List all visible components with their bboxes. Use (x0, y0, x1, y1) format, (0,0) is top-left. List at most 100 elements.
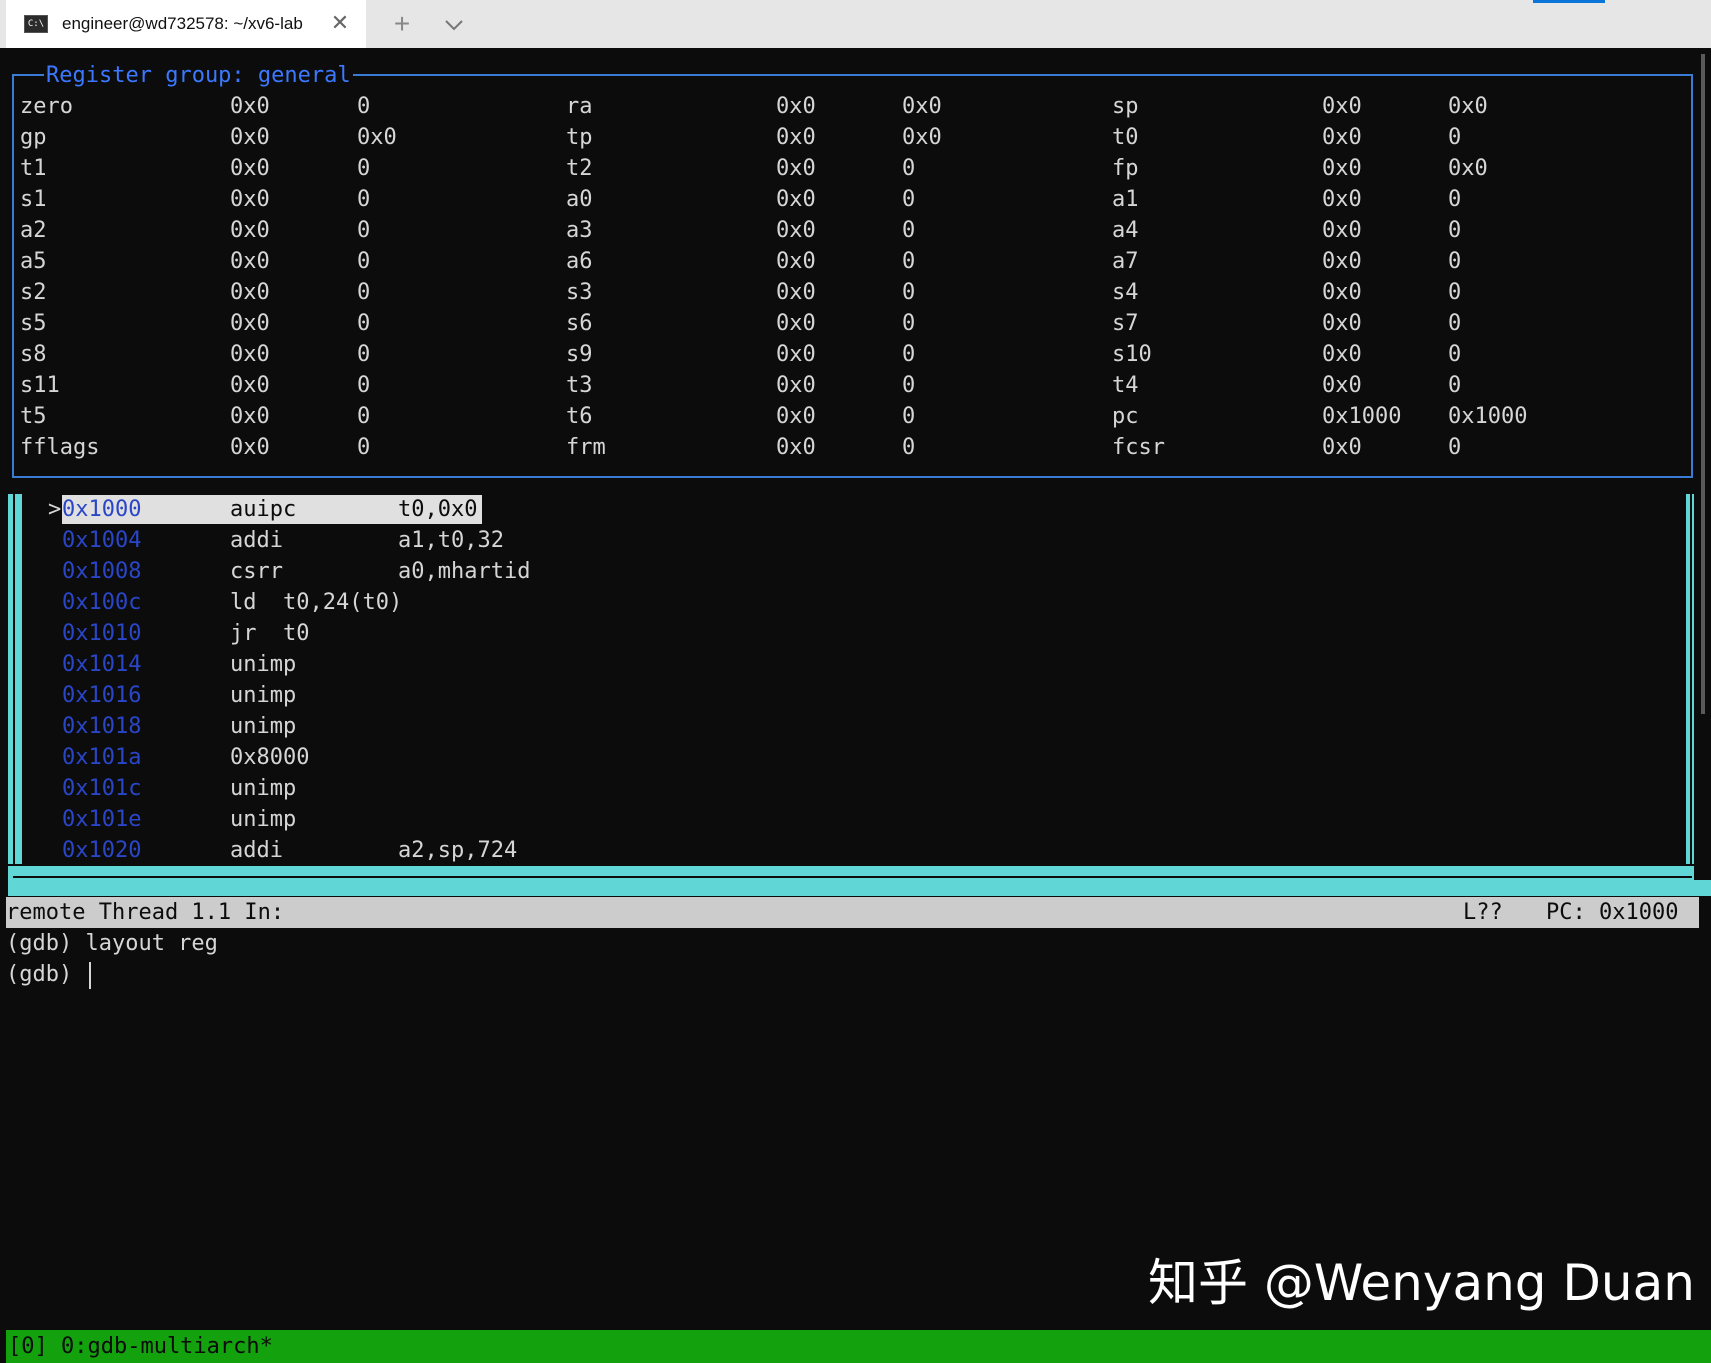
register-name: s10 (1112, 342, 1152, 367)
register-name: t2 (566, 156, 593, 181)
register-natural-value: 0 (357, 218, 371, 243)
watermark: 知乎 @Wenyang Duan (1148, 1254, 1695, 1312)
register-hex-value: 0x0 (776, 435, 816, 460)
register-natural-value: 0 (902, 187, 916, 212)
status-line-number: L?? (1463, 900, 1503, 925)
register-hex-value: 0x0 (230, 218, 270, 243)
register-hex-value: 0x0 (1322, 218, 1362, 243)
register-name: frm (566, 435, 606, 460)
register-name: a3 (566, 218, 593, 243)
register-natural-value: 0 (1448, 218, 1462, 243)
status-thread: remote Thread 1.1 In: (6, 900, 285, 925)
new-tab-button[interactable]: + (388, 8, 416, 40)
register-hex-value: 0x1000 (1322, 404, 1402, 429)
scrollbar[interactable] (1701, 54, 1705, 714)
register-hex-value: 0x0 (230, 94, 270, 119)
register-natural-value: 0x0 (902, 125, 942, 150)
register-natural-value: 0 (357, 311, 371, 336)
terminal-tab[interactable]: C:\ engineer@wd732578: ~/xv6-lab ✕ (6, 0, 366, 48)
register-hex-value: 0x0 (776, 249, 816, 274)
register-hex-value: 0x0 (776, 280, 816, 305)
instruction-address: 0x1010 (62, 621, 142, 646)
register-hex-value: 0x0 (1322, 311, 1362, 336)
register-name: s2 (20, 280, 47, 305)
instruction-operands: a1,t0,32 (398, 528, 504, 553)
register-natural-value: 0 (1448, 435, 1462, 460)
register-hex-value: 0x0 (776, 404, 816, 429)
register-name: s5 (20, 311, 47, 336)
register-natural-value: 0 (902, 156, 916, 181)
register-name: fcsr (1112, 435, 1165, 460)
register-hex-value: 0x0 (1322, 342, 1362, 367)
close-tab-button[interactable]: ✕ (328, 10, 352, 36)
register-name: t0 (1112, 125, 1139, 150)
register-hex-value: 0x0 (230, 187, 270, 212)
register-hex-value: 0x0 (230, 156, 270, 181)
register-name: a4 (1112, 218, 1139, 243)
tab-dropdown-button[interactable] (440, 12, 468, 38)
register-hex-value: 0x0 (776, 125, 816, 150)
register-name: ra (566, 94, 593, 119)
register-name: s6 (566, 311, 593, 336)
instruction-address: 0x1014 (62, 652, 142, 677)
register-natural-value: 0 (357, 342, 371, 367)
register-name: fflags (20, 435, 100, 460)
register-hex-value: 0x0 (230, 342, 270, 367)
instruction-mnemonic: jr t0 (230, 621, 310, 646)
register-name: s8 (20, 342, 47, 367)
register-name: a1 (1112, 187, 1139, 212)
register-hex-value: 0x0 (1322, 373, 1362, 398)
register-hex-value: 0x0 (1322, 187, 1362, 212)
register-natural-value: 0 (1448, 125, 1462, 150)
register-hex-value: 0x0 (776, 311, 816, 336)
register-name: a2 (20, 218, 47, 243)
register-name: gp (20, 125, 47, 150)
register-natural-value: 0 (357, 156, 371, 181)
register-natural-value: 0 (357, 249, 371, 274)
register-natural-value: 0 (902, 249, 916, 274)
register-hex-value: 0x0 (230, 435, 270, 460)
instruction-mnemonic: addi (230, 528, 283, 553)
register-natural-value: 0 (902, 342, 916, 367)
instruction-address: 0x101e (62, 807, 142, 832)
register-name: zero (20, 94, 73, 119)
instruction-address: 0x101a (62, 745, 142, 770)
register-name: a6 (566, 249, 593, 274)
instruction-address: 0x1018 (62, 714, 142, 739)
tab-title: engineer@wd732578: ~/xv6-lab (62, 14, 303, 33)
register-hex-value: 0x0 (230, 125, 270, 150)
register-natural-value: 0 (357, 404, 371, 429)
register-natural-value: 0 (902, 280, 916, 305)
register-natural-value: 0 (1448, 280, 1462, 305)
register-hex-value: 0x0 (230, 404, 270, 429)
register-natural-value: 0 (1448, 373, 1462, 398)
register-name: fp (1112, 156, 1139, 181)
chevron-down-icon (445, 20, 463, 31)
register-name: pc (1112, 404, 1139, 429)
register-natural-value: 0 (357, 94, 371, 119)
register-name: s7 (1112, 311, 1139, 336)
register-hex-value: 0x0 (776, 187, 816, 212)
instruction-mnemonic: auipc (230, 497, 297, 522)
instruction-mnemonic: 0x8000 (230, 745, 310, 770)
register-name: tp (566, 125, 593, 150)
gdb-prompt[interactable]: (gdb) (6, 959, 85, 990)
register-name: s4 (1112, 280, 1139, 305)
register-natural-value: 0 (1448, 249, 1462, 274)
register-hex-value: 0x0 (1322, 280, 1362, 305)
tmux-window-list[interactable]: [0] 0:gdb-multiarch* (8, 1330, 273, 1363)
register-natural-value: 0x0 (902, 94, 942, 119)
register-name: s3 (566, 280, 593, 305)
register-hex-value: 0x0 (230, 311, 270, 336)
register-natural-value: 0x1000 (1448, 404, 1528, 429)
status-pc: PC: 0x1000 (1546, 900, 1679, 925)
register-hex-value: 0x0 (776, 373, 816, 398)
instruction-operands: a0,mhartid (398, 559, 531, 584)
register-natural-value: 0 (357, 280, 371, 305)
instruction-address: 0x1000 (62, 497, 142, 522)
instruction-address: 0x1020 (62, 838, 142, 863)
instruction-address: 0x100c (62, 590, 142, 615)
register-natural-value: 0x0 (1448, 156, 1488, 181)
register-hex-value: 0x0 (776, 94, 816, 119)
tmux-status-bar: [0] 0:gdb-multiarch* (6, 1330, 1711, 1363)
